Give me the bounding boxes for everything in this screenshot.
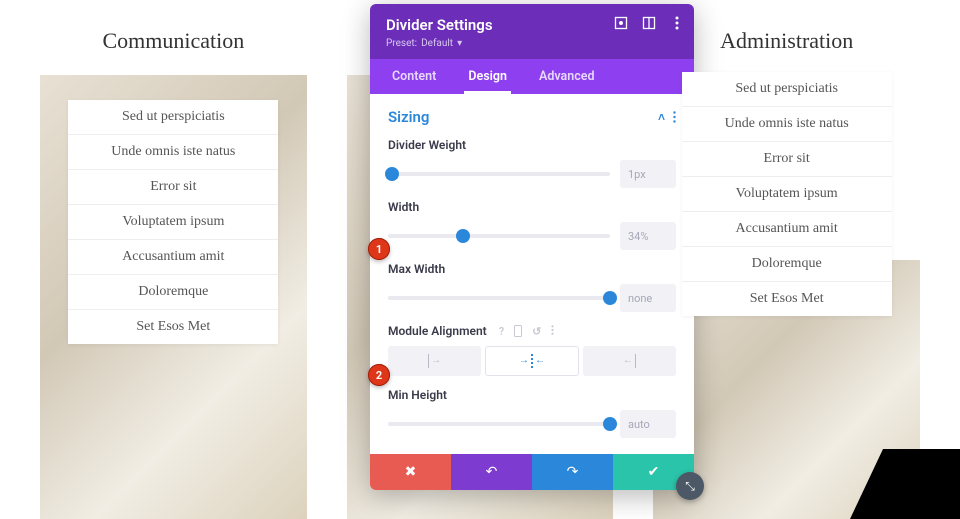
kebab-icon[interactable] [673,111,676,123]
label-min-height: Min Height [388,388,676,402]
expand-icon[interactable] [642,16,656,30]
slider-thumb[interactable] [456,229,470,243]
resize-handle[interactable]: ⤡ [676,472,704,500]
undo-button[interactable]: ↶ [451,454,532,490]
label-alignment: Module Alignment ? ↺ [388,324,676,338]
list-item[interactable]: Accusantium amit [682,212,892,247]
kebab-icon[interactable] [551,325,554,338]
redo-icon: ↷ [567,464,579,480]
preset-label: Preset: [386,38,417,49]
list-item[interactable]: Unde omnis iste natus [68,135,278,170]
list-item[interactable]: Voluptatem ipsum [682,177,892,212]
cancel-button[interactable]: ✖ [370,454,451,490]
kebab-icon[interactable] [670,16,684,30]
alignment-segmented: → →← ← [388,346,676,376]
preset-value: Default [421,38,453,49]
modal-header: Divider Settings Preset: Default ▾ [370,4,694,59]
modal-body: Sizing ˄ Divider Weight 1px Width 34% [370,94,694,454]
column-list: Sed ut perspiciatis Unde omnis iste natu… [68,100,278,344]
slider-max-width[interactable] [388,296,610,300]
column-communication: Communication Sed ut perspiciatis Unde o… [40,0,307,519]
preset-selector[interactable]: Preset: Default ▾ [386,38,678,49]
align-center-option[interactable]: →← [485,346,578,376]
label-width: Width [388,200,676,214]
list-item[interactable]: Voluptatem ipsum [68,205,278,240]
tab-advanced[interactable]: Advanced [523,59,611,94]
close-icon: ✖ [405,464,417,480]
value-divider-weight[interactable]: 1px [620,160,676,188]
value-width[interactable]: 34% [620,222,676,250]
slider-thumb[interactable] [385,167,399,181]
responsive-preview-icon[interactable] [614,16,628,30]
slider-divider-weight[interactable] [388,172,610,176]
list-item[interactable]: Set Esos Met [682,282,892,316]
redo-button[interactable]: ↷ [532,454,613,490]
tab-design[interactable]: Design [452,59,523,94]
phone-icon[interactable] [514,325,522,338]
chevron-down-icon: ▾ [457,38,462,49]
list-item[interactable]: Accusantium amit [68,240,278,275]
modal-tabs: Content Design Advanced [370,59,694,94]
divider-settings-modal: Divider Settings Preset: Default ▾ Conte… [370,4,694,490]
align-left-option[interactable]: → [388,346,481,376]
callout-1: 1 [368,238,390,260]
list-item[interactable]: Sed ut perspiciatis [68,100,278,135]
label-max-width: Max Width [388,262,676,276]
chevron-up-icon[interactable]: ˄ [658,110,665,124]
help-icon[interactable]: ? [499,325,504,338]
modal-actions: ✖ ↶ ↷ ✔ [370,454,694,490]
slider-width[interactable] [388,234,610,238]
callout-2: 2 [368,364,390,386]
column-title: Administration [720,28,853,54]
list-item[interactable]: Unde omnis iste natus [682,107,892,142]
slider-min-height[interactable] [388,422,610,426]
check-icon: ✔ [648,464,660,480]
tab-content[interactable]: Content [376,59,452,94]
label-alignment-text: Module Alignment [388,324,487,338]
value-max-width[interactable]: none [620,284,676,312]
list-item[interactable]: Set Esos Met [68,310,278,344]
undo-icon[interactable]: ↺ [532,325,541,338]
column-title: Communication [102,28,244,54]
slider-thumb[interactable] [603,417,617,431]
list-item[interactable]: Error sit [68,170,278,205]
list-item[interactable]: Error sit [682,142,892,177]
list-item[interactable]: Doloremque [68,275,278,310]
column-list: Sed ut perspiciatis Unde omnis iste natu… [682,72,892,316]
align-right-option[interactable]: ← [583,346,676,376]
list-item[interactable]: Sed ut perspiciatis [682,72,892,107]
value-min-height[interactable]: auto [620,410,676,438]
undo-icon: ↶ [486,464,498,480]
slider-thumb[interactable] [603,291,617,305]
section-header[interactable]: Sizing ˄ [388,108,676,126]
section-title: Sizing [388,108,429,126]
label-divider-weight: Divider Weight [388,138,676,152]
list-item[interactable]: Doloremque [682,247,892,282]
